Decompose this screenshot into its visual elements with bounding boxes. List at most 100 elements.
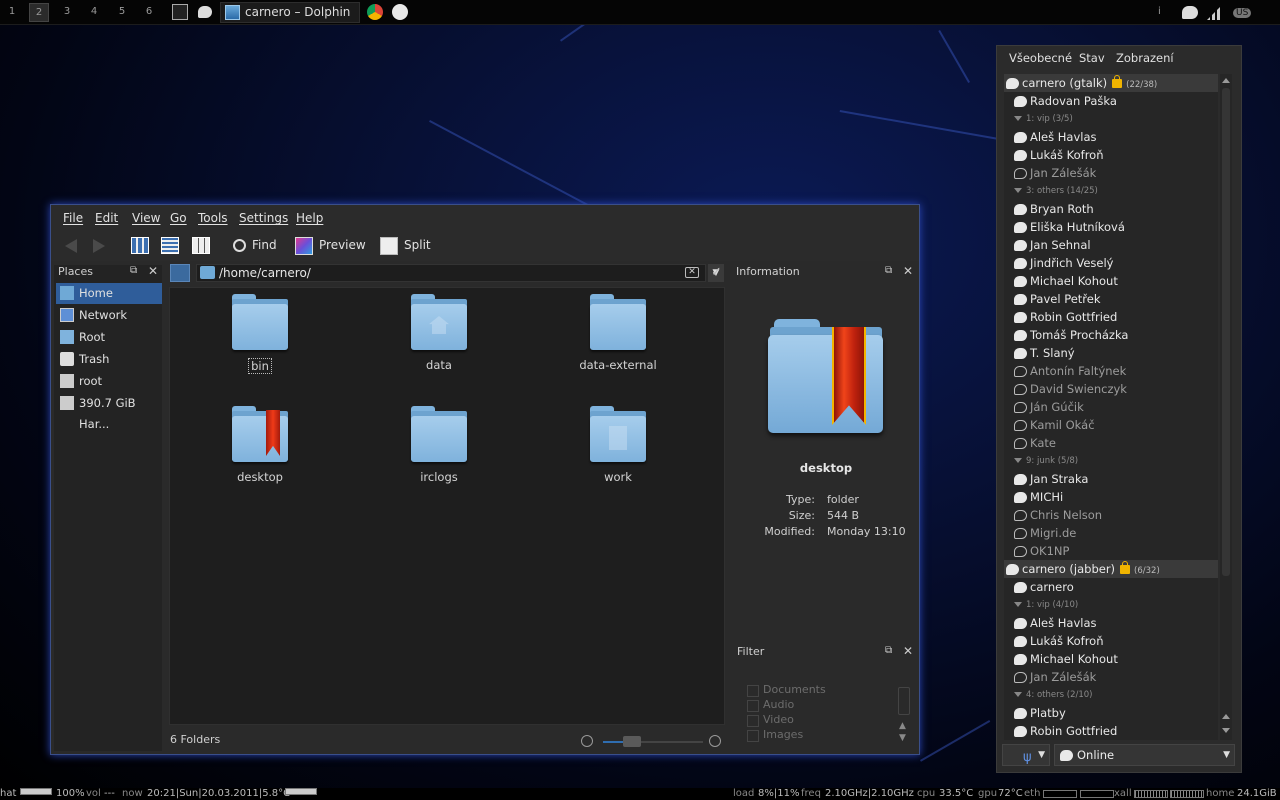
scroll-down-icon[interactable] <box>1222 728 1230 733</box>
workspace-1[interactable]: 1 <box>2 3 22 22</box>
filter-scrollbar[interactable] <box>898 687 910 715</box>
clear-location-icon[interactable]: ✕ <box>685 267 699 278</box>
panel-float-icon[interactable]: ⧉ <box>885 645 892 656</box>
taskbar-dolphin[interactable]: carnero – Dolphin <box>220 2 360 23</box>
kopete-menu-general[interactable]: Všeobecné <box>1009 51 1072 65</box>
menu-help[interactable]: Help <box>296 211 323 225</box>
kopete-menu-view[interactable]: Zobrazení <box>1116 51 1174 65</box>
workspace-2[interactable]: 2 <box>29 3 49 22</box>
zoom-slider[interactable] <box>581 735 721 749</box>
menu-tools[interactable]: Tools <box>198 211 228 225</box>
folder-data-external[interactable]: data-external <box>558 294 678 372</box>
place-root[interactable]: Root <box>56 327 162 348</box>
group-header[interactable]: 1: vip (3/5) <box>1004 110 1218 128</box>
url-home-button[interactable] <box>170 264 190 282</box>
zoom-handle[interactable] <box>623 736 641 747</box>
accept-location-icon[interactable]: ✓ <box>711 265 722 280</box>
workspace-6[interactable]: 6 <box>139 3 159 22</box>
panel-close-icon[interactable]: ✕ <box>148 264 158 278</box>
kopete-tray-icon[interactable] <box>1182 6 1198 19</box>
workspace-3[interactable]: 3 <box>57 3 77 22</box>
status-message-button[interactable]: ψ ▼ <box>1002 744 1050 766</box>
contact-row[interactable]: Michael Kohout <box>1004 650 1218 668</box>
kopete-menu-status[interactable]: Stav <box>1079 51 1105 65</box>
panel-close-icon[interactable]: ✕ <box>903 644 913 658</box>
columns-view-icon[interactable] <box>192 237 210 254</box>
contact-row[interactable]: Jan Zálešák <box>1004 668 1218 686</box>
contact-row[interactable]: Platby <box>1004 704 1218 722</box>
panel-close-icon[interactable]: ✕ <box>903 264 913 278</box>
contact-row[interactable]: Jan Zálešák <box>1004 164 1218 182</box>
folder-bin[interactable]: bin <box>200 294 320 374</box>
contact-row[interactable]: Lukáš Kofroň <box>1004 146 1218 164</box>
panel-float-icon[interactable]: ⧉ <box>130 265 137 276</box>
contact-row[interactable]: Radovan Paška <box>1004 92 1218 110</box>
location-input[interactable]: /home/carnero/ ✕ <box>196 264 706 282</box>
split-button[interactable]: Split <box>380 235 431 255</box>
contact-row[interactable]: Jan Straka <box>1004 470 1218 488</box>
contact-row[interactable]: Aleš Havlas <box>1004 128 1218 146</box>
filter-audio-checkbox[interactable]: Audio <box>747 698 794 712</box>
tray-info[interactable]: i <box>1158 6 1161 17</box>
expand-triangle-icon[interactable] <box>1014 602 1022 607</box>
forward-arrow-icon[interactable] <box>93 239 105 253</box>
account-row[interactable]: carnero (jabber) (6/32) <box>1004 560 1218 578</box>
contact-row[interactable]: OK1NP <box>1004 542 1218 560</box>
folder-desktop[interactable]: desktop <box>200 406 320 484</box>
zoom-in-icon[interactable] <box>709 735 721 747</box>
workspace-4[interactable]: 4 <box>84 3 104 22</box>
menu-view[interactable]: View <box>132 211 160 225</box>
contact-row[interactable]: Jindřich Veselý <box>1004 254 1218 272</box>
scroll-up-icon[interactable] <box>1222 78 1230 83</box>
contact-row[interactable]: Bryan Roth <box>1004 200 1218 218</box>
contact-row[interactable]: David Swienczyk <box>1004 380 1218 398</box>
keyboard-layout[interactable]: US <box>1233 8 1252 18</box>
chrome-icon[interactable] <box>367 4 383 20</box>
expand-triangle-icon[interactable] <box>1014 458 1022 463</box>
contact-row[interactable]: Chris Nelson <box>1004 506 1218 524</box>
contact-row[interactable]: carnero <box>1004 578 1218 596</box>
place-network[interactable]: Network <box>56 305 162 326</box>
scroll-up-icon[interactable] <box>1222 714 1230 719</box>
find-button[interactable]: Find <box>233 235 277 255</box>
signal-bars-icon[interactable] <box>1207 4 1223 20</box>
menu-settings[interactable]: Settings <box>239 211 288 225</box>
panel-float-icon[interactable]: ⧉ <box>885 265 892 276</box>
group-header[interactable]: 4: others (2/10) <box>1004 686 1218 704</box>
filter-documents-checkbox[interactable]: Documents <box>747 683 826 697</box>
contact-row[interactable]: Tomáš Procházka <box>1004 326 1218 344</box>
contact-row[interactable]: Kate <box>1004 434 1218 452</box>
contact-row[interactable]: Aleš Havlas <box>1004 614 1218 632</box>
expand-triangle-icon[interactable] <box>1014 116 1022 121</box>
back-arrow-icon[interactable] <box>65 239 77 253</box>
terminal-icon[interactable] <box>172 4 188 20</box>
expand-triangle-icon[interactable] <box>1014 692 1022 697</box>
contact-row[interactable]: Antonín Faltýnek <box>1004 362 1218 380</box>
menu-edit[interactable]: Edit <box>95 211 118 225</box>
folder-irclogs[interactable]: irclogs <box>379 406 499 484</box>
place-home[interactable]: Home <box>56 283 162 304</box>
contact-row[interactable]: Pavel Petřek <box>1004 290 1218 308</box>
icons-view-icon[interactable] <box>131 237 149 254</box>
details-view-icon[interactable] <box>161 237 179 254</box>
workspace-5[interactable]: 5 <box>112 3 132 22</box>
filter-images-checkbox[interactable]: Images <box>747 728 803 742</box>
group-header[interactable]: 3: others (14/25) <box>1004 182 1218 200</box>
contact-row[interactable]: T. Slaný <box>1004 344 1218 362</box>
contact-row[interactable]: Jan Sehnal <box>1004 236 1218 254</box>
contact-row[interactable]: Lukáš Kofroň <box>1004 632 1218 650</box>
contact-row[interactable]: Ján Gúčik <box>1004 398 1218 416</box>
expand-triangle-icon[interactable] <box>1014 188 1022 193</box>
filter-scroll-up-icon[interactable]: ▲ <box>899 721 906 731</box>
scrollbar-thumb[interactable] <box>1222 88 1230 576</box>
place-trash[interactable]: Trash <box>56 349 162 370</box>
online-status-select[interactable]: Online ▼ <box>1054 744 1235 766</box>
place-harddrive[interactable]: 390.7 GiB Har... <box>56 393 162 431</box>
preview-button[interactable]: Preview <box>295 235 366 255</box>
contact-list-scrollbar[interactable] <box>1220 74 1232 740</box>
zoom-out-icon[interactable] <box>581 735 593 747</box>
group-header[interactable]: 9: junk (5/8) <box>1004 452 1218 470</box>
chat-bubble-icon[interactable] <box>198 6 212 18</box>
browser-icon[interactable] <box>392 4 408 20</box>
contact-row[interactable]: Robin Gottfried <box>1004 308 1218 326</box>
